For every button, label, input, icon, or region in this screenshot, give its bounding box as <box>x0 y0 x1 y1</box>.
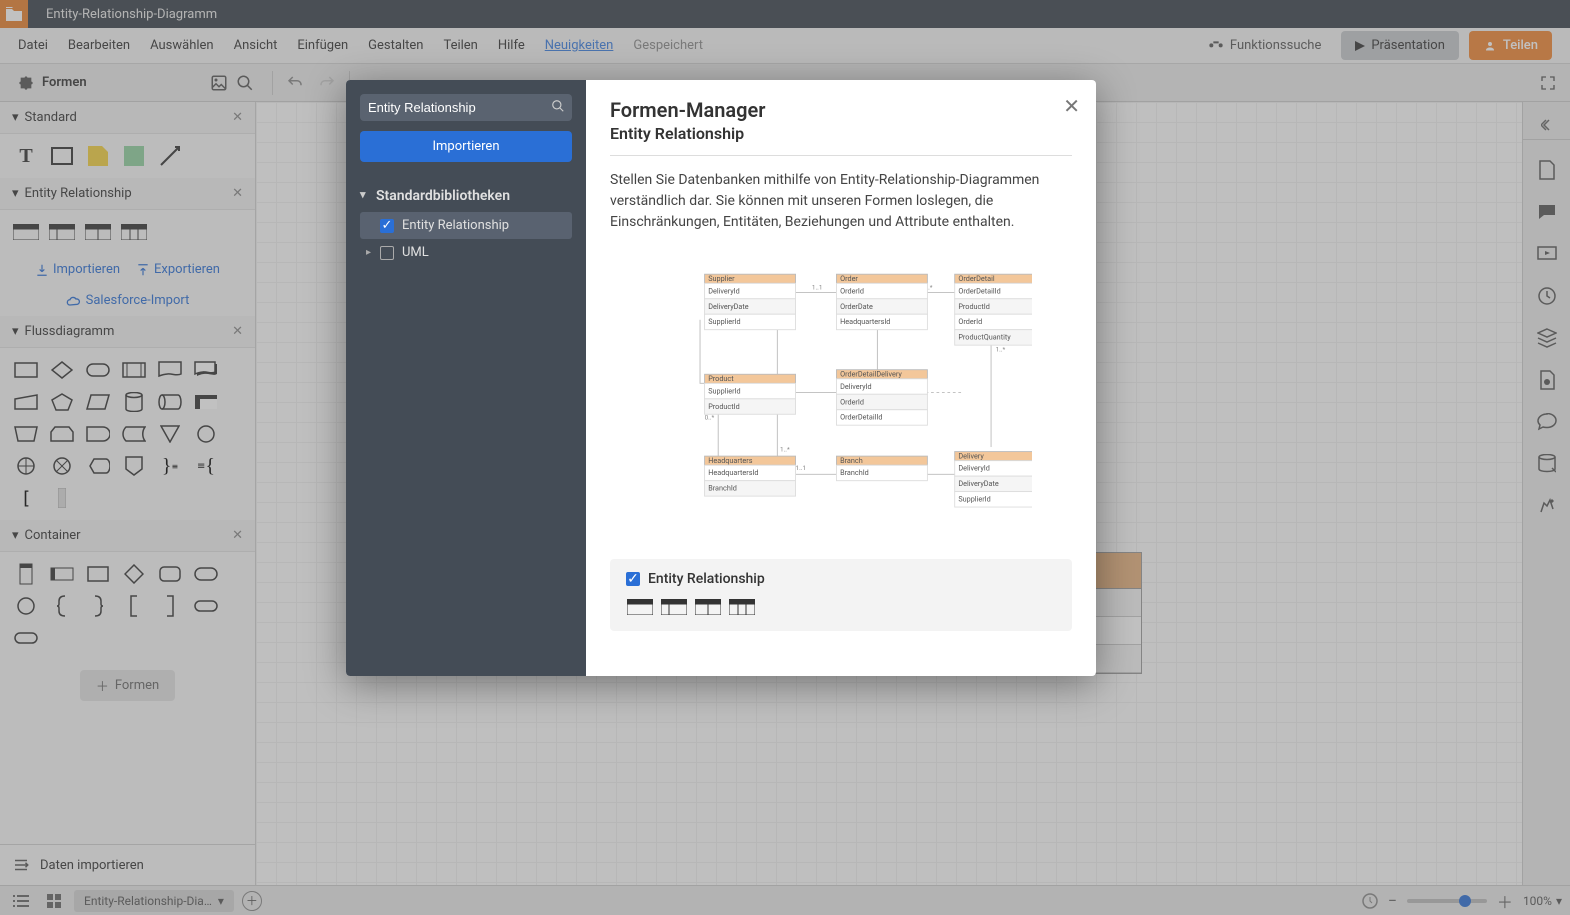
checkbox-checked-icon[interactable]: ✓ <box>626 572 640 586</box>
svg-text:SupplierId: SupplierId <box>708 386 740 395</box>
svg-text:Product: Product <box>708 374 734 383</box>
svg-text:ProductId: ProductId <box>708 402 739 411</box>
er-shape-1[interactable] <box>626 595 654 619</box>
modal-content: ✕ Formen-Manager Entity Relationship Ste… <box>586 80 1096 676</box>
modal-description: Stellen Sie Datenbanken mithilfe von Ent… <box>610 156 1072 247</box>
svg-text:SupplierId: SupplierId <box>708 317 740 326</box>
svg-text:DeliveryId: DeliveryId <box>840 382 872 391</box>
svg-text:DeliveryId: DeliveryId <box>958 464 990 473</box>
svg-text:1..*: 1..* <box>996 346 1006 354</box>
svg-text:1..*: 1..* <box>780 446 790 454</box>
svg-text:OrderDetail: OrderDetail <box>958 274 995 283</box>
erd-preview-image: 0..*1..1 0..*1..1 1..*1..1 0..*1..* Supp… <box>610 247 1072 547</box>
svg-text:ProductQuantity: ProductQuantity <box>958 333 1011 342</box>
svg-text:OrderId: OrderId <box>840 286 864 295</box>
shapes-manager-modal: Importieren Standardbibliotheken ✓ Entit… <box>346 80 1096 676</box>
svg-text:SupplierId: SupplierId <box>958 495 990 504</box>
er-shape-3[interactable] <box>694 595 722 619</box>
std-libraries-heading[interactable]: Standardbibliotheken <box>360 184 572 212</box>
close-modal-button[interactable]: ✕ <box>1063 94 1080 118</box>
er-shape-4[interactable] <box>728 595 756 619</box>
lib-entity-relationship[interactable]: ✓ Entity Relationship <box>360 212 572 239</box>
svg-text:DeliveryId: DeliveryId <box>708 286 740 295</box>
svg-text:Order: Order <box>840 274 858 283</box>
category-label: Entity Relationship <box>648 571 765 587</box>
lib-uml[interactable]: UML <box>360 239 572 266</box>
svg-text:1..1: 1..1 <box>812 284 823 292</box>
svg-text:OrderDetailId: OrderDetailId <box>840 413 882 422</box>
svg-text:1..1: 1..1 <box>796 464 807 472</box>
search-icon[interactable] <box>551 99 565 113</box>
checkbox-checked-icon[interactable]: ✓ <box>380 219 394 233</box>
svg-text:Branch: Branch <box>840 456 863 465</box>
svg-text:BranchId: BranchId <box>840 468 869 477</box>
svg-text:0..*: 0..* <box>705 414 715 422</box>
shape-category-er: ✓ Entity Relationship <box>610 559 1072 631</box>
svg-text:HeadquartersId: HeadquartersId <box>708 468 758 477</box>
shape-search-input[interactable] <box>360 94 572 121</box>
er-shape-2[interactable] <box>660 595 688 619</box>
modal-subtitle: Entity Relationship <box>610 124 1072 156</box>
svg-text:HeadquartersId: HeadquartersId <box>840 317 890 326</box>
svg-text:OrderDetailId: OrderDetailId <box>958 286 1000 295</box>
svg-text:BranchId: BranchId <box>708 484 737 493</box>
svg-text:ProductId: ProductId <box>958 302 989 311</box>
modal-title: Formen-Manager <box>610 98 1072 122</box>
svg-text:OrderId: OrderId <box>958 317 982 326</box>
import-button[interactable]: Importieren <box>360 131 572 162</box>
svg-text:OrderId: OrderId <box>840 397 864 406</box>
svg-text:Delivery: Delivery <box>958 451 984 460</box>
svg-text:OrderDetailDelivery: OrderDetailDelivery <box>840 370 902 379</box>
svg-text:Headquarters: Headquarters <box>708 456 753 465</box>
svg-text:DeliveryDate: DeliveryDate <box>958 479 999 488</box>
checkbox-icon[interactable] <box>380 246 394 260</box>
svg-text:Supplier: Supplier <box>708 274 735 283</box>
svg-text:DeliveryDate: DeliveryDate <box>708 302 749 311</box>
modal-sidebar: Importieren Standardbibliotheken ✓ Entit… <box>346 80 586 676</box>
svg-text:OrderDate: OrderDate <box>840 302 873 311</box>
